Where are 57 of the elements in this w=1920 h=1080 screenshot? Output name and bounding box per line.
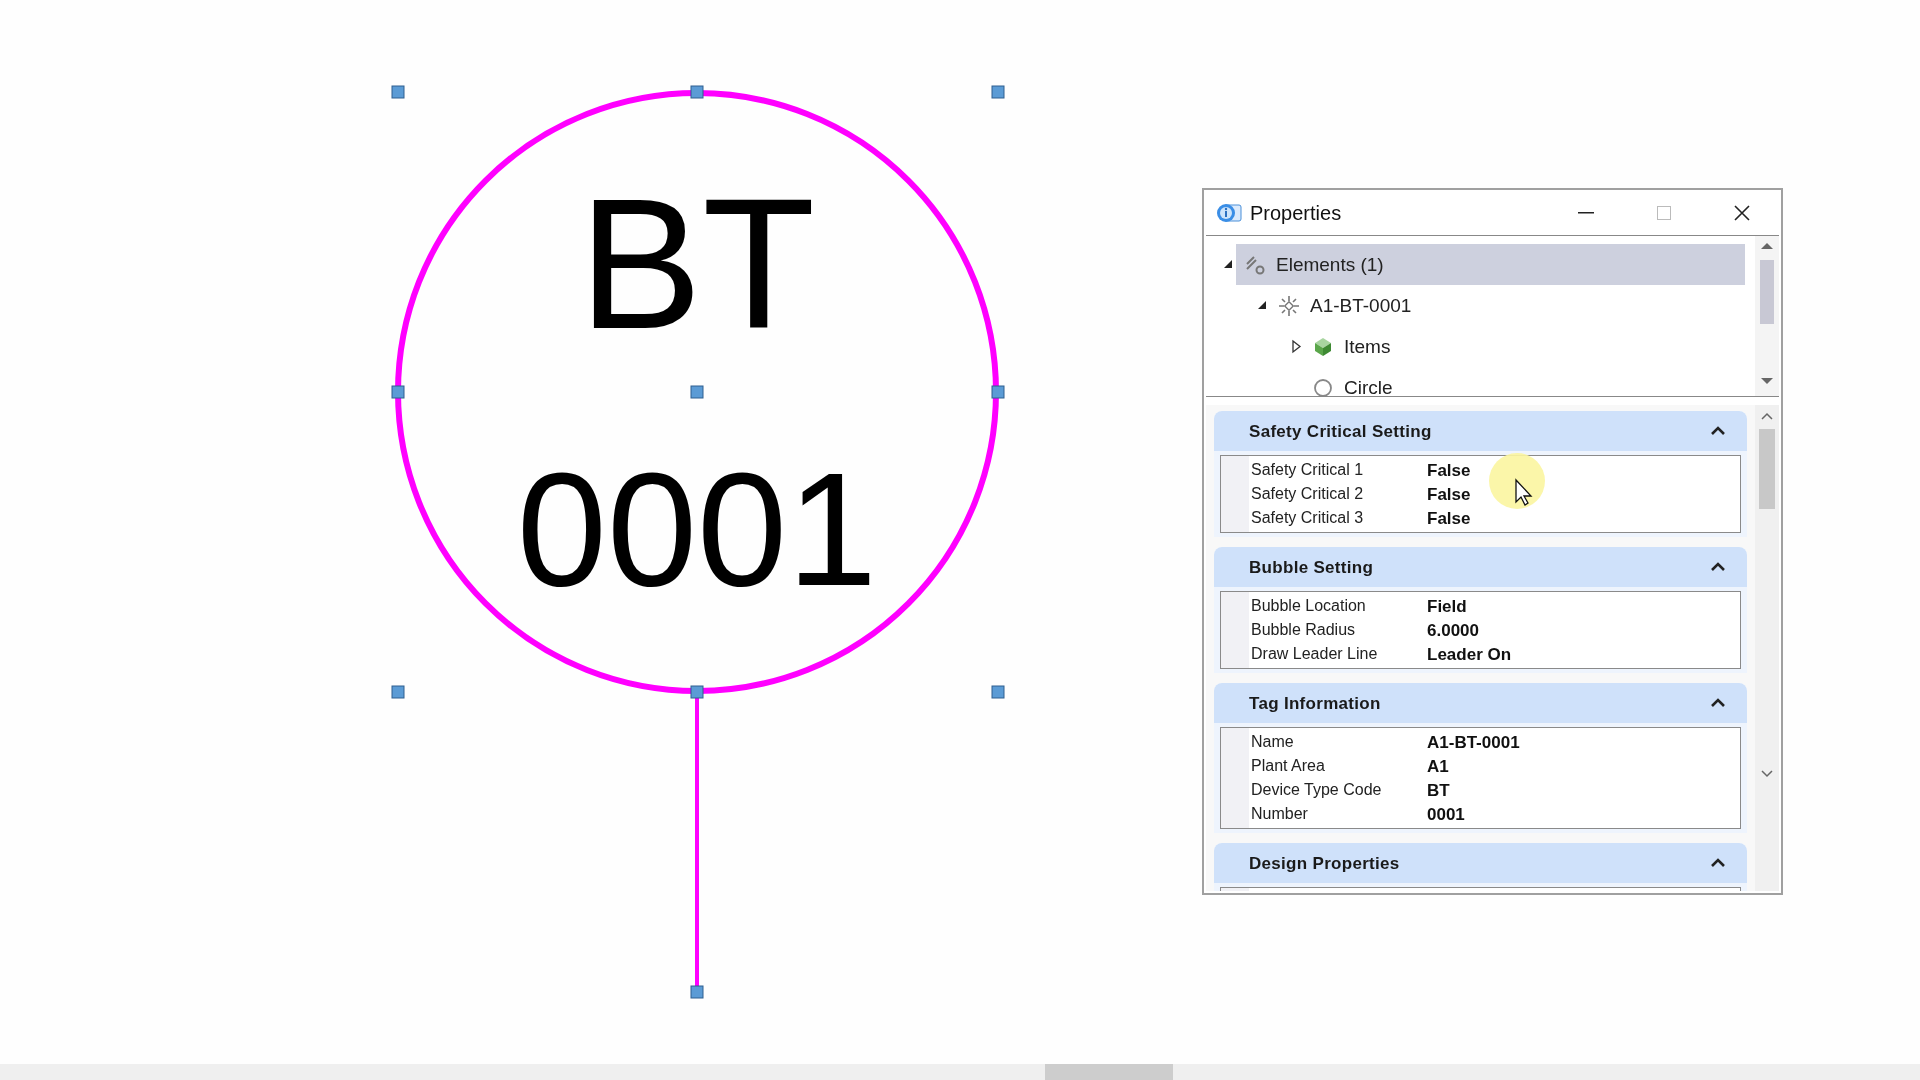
tree-item[interactable]: Elements (1) bbox=[1236, 244, 1745, 286]
selection-handle[interactable] bbox=[690, 685, 704, 699]
section-header[interactable]: Safety Critical Setting bbox=[1214, 411, 1747, 452]
tree-item[interactable]: Items bbox=[1304, 326, 1745, 368]
property-value[interactable]: 0001 bbox=[1395, 801, 1465, 828]
sun-icon bbox=[1278, 294, 1300, 317]
section-header[interactable]: Design Properties bbox=[1214, 843, 1747, 884]
section-title: Bubble Setting bbox=[1249, 556, 1375, 579]
section-header[interactable]: Bubble Setting bbox=[1214, 547, 1747, 588]
selection-handle[interactable] bbox=[391, 85, 405, 99]
property-label: Number bbox=[1250, 804, 1309, 825]
property-label: Safety Critical 2 bbox=[1250, 484, 1365, 505]
section-header[interactable]: Tag Information bbox=[1214, 683, 1747, 724]
property-label: Bubble Radius bbox=[1250, 620, 1357, 641]
cursor-highlight bbox=[1488, 452, 1546, 510]
info-icon bbox=[1216, 201, 1242, 224]
bubble-text: 0001 bbox=[516, 438, 878, 619]
property-label: Safety Critical 3 bbox=[1250, 508, 1365, 529]
selection-handle[interactable] bbox=[690, 385, 704, 399]
property-value[interactable]: Field bbox=[1395, 593, 1467, 620]
close-icon bbox=[1734, 204, 1750, 221]
property-value[interactable]: BT bbox=[1395, 777, 1450, 804]
property-label: Bubble Location bbox=[1250, 596, 1367, 617]
property-value[interactable]: A1 bbox=[1395, 753, 1449, 780]
horizontal-scrollbar[interactable] bbox=[0, 1064, 1920, 1080]
window-title: Properties bbox=[1250, 200, 1342, 226]
property-value[interactable]: 6.0000 bbox=[1395, 617, 1479, 644]
selection-handle[interactable] bbox=[690, 85, 704, 99]
section-title: Tag Information bbox=[1249, 692, 1382, 715]
bubble-text: BT bbox=[578, 161, 816, 367]
tree-scrollbar[interactable] bbox=[1755, 236, 1779, 397]
selection-handle[interactable] bbox=[991, 385, 1005, 399]
tree-item[interactable]: Circle bbox=[1304, 367, 1745, 409]
selection-handle[interactable] bbox=[991, 85, 1005, 99]
property-value[interactable]: False bbox=[1395, 505, 1471, 532]
property-value[interactable]: False bbox=[1395, 481, 1471, 508]
property-value[interactable]: False bbox=[1395, 457, 1471, 484]
property-label: Draw Leader Line bbox=[1250, 644, 1379, 665]
selection-handle[interactable] bbox=[391, 685, 405, 699]
property-label: Name bbox=[1250, 732, 1295, 753]
cube-icon bbox=[1312, 335, 1334, 358]
property-value[interactable]: Leader On bbox=[1395, 641, 1512, 668]
elements-icon bbox=[1244, 253, 1266, 276]
maximize-icon bbox=[1657, 205, 1671, 220]
tree-item[interactable]: A1-BT-0001 bbox=[1270, 285, 1745, 327]
expand-arrow-icon[interactable] bbox=[1289, 339, 1303, 355]
selection-handle[interactable] bbox=[991, 685, 1005, 699]
selection-handle[interactable] bbox=[690, 985, 704, 999]
minimize-icon bbox=[1578, 211, 1594, 214]
property-label: Safety Critical 1 bbox=[1250, 460, 1365, 481]
selection-handle[interactable] bbox=[391, 385, 405, 399]
section-title: Design Properties bbox=[1249, 852, 1401, 875]
property-value[interactable]: A1-BT-0001 bbox=[1395, 729, 1520, 756]
property-label: Plant Area bbox=[1250, 756, 1326, 777]
grid-scrollbar[interactable] bbox=[1755, 405, 1779, 891]
property-label: Device Type Code bbox=[1250, 780, 1383, 801]
section-title: Safety Critical Setting bbox=[1249, 420, 1433, 443]
